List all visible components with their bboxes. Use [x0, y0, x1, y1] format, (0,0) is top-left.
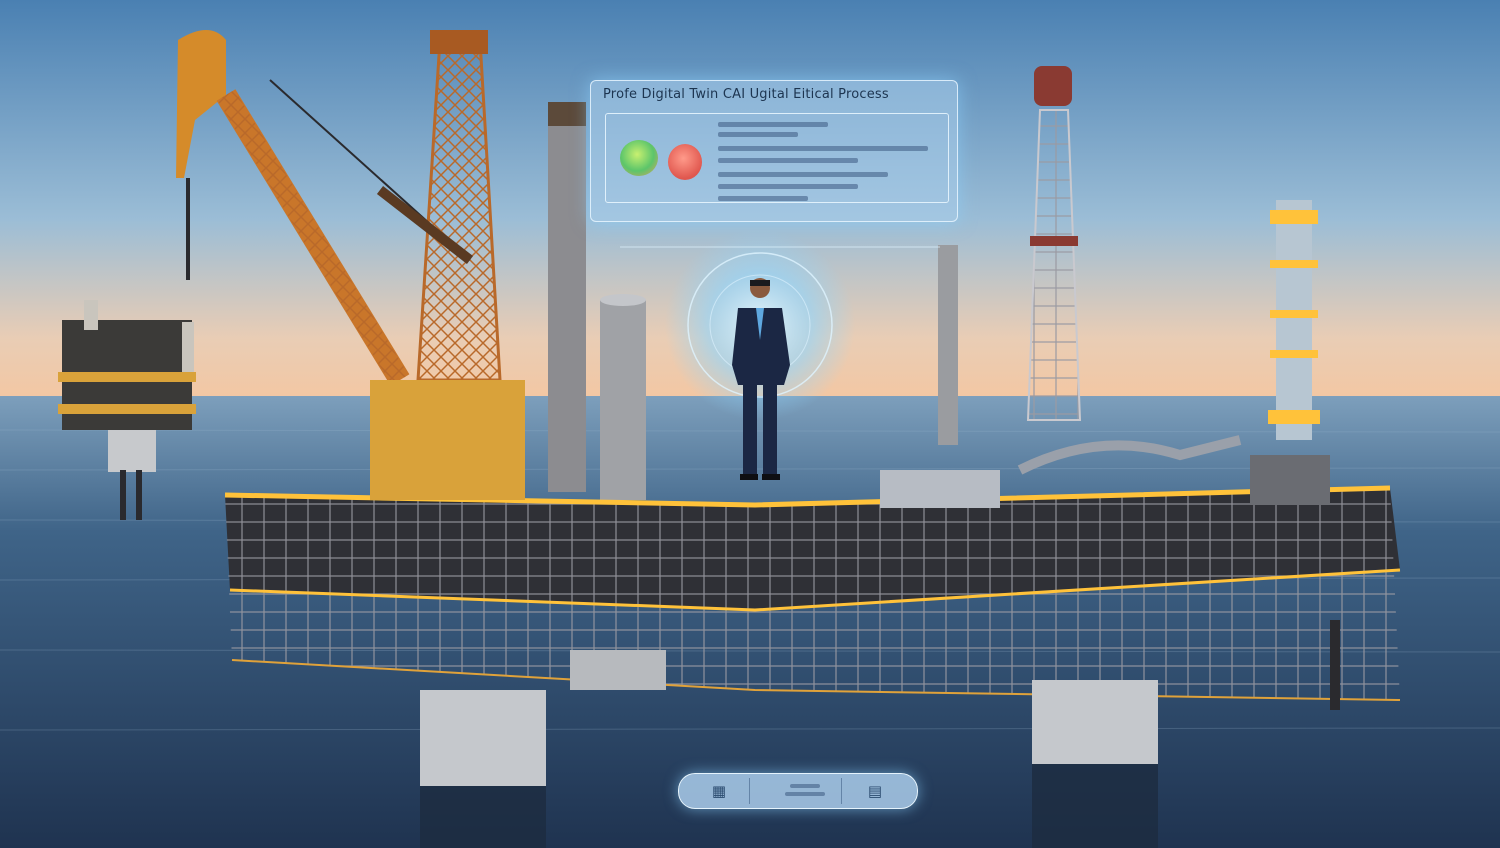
placeholder-text-line: [718, 196, 808, 201]
hologram-panel: Profe Digital Twin CAI Ugital Eitical Pr…: [590, 80, 958, 222]
status-indicator-red: [668, 144, 702, 180]
document-icon[interactable]: ▤: [865, 781, 885, 801]
status-indicator-green: [620, 140, 658, 176]
placeholder-text-line: [718, 122, 828, 127]
divider: [841, 778, 842, 804]
placeholder-text-line: [718, 172, 888, 177]
placeholder-text-line: [718, 184, 858, 189]
control-label: [775, 780, 835, 802]
placeholder-text-line: [718, 132, 798, 137]
placeholder-text-line: [718, 146, 928, 151]
panel-icon[interactable]: ▦: [709, 781, 729, 801]
hologram-content: [605, 113, 949, 203]
placeholder-text-line: [718, 158, 858, 163]
hologram-title: Profe Digital Twin CAI Ugital Eitical Pr…: [603, 87, 889, 102]
divider: [749, 778, 750, 804]
bottom-control-bar[interactable]: ▦ ▤: [678, 773, 918, 809]
